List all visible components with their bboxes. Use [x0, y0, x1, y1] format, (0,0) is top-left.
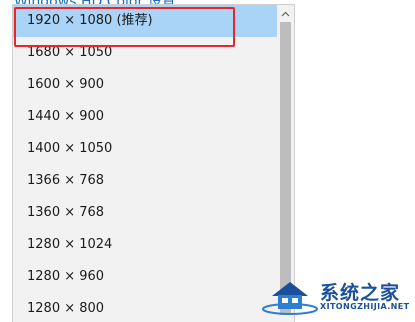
scrollbar-thumb[interactable] — [280, 22, 291, 315]
resolution-option-1600x900[interactable]: 1600 × 900 — [13, 69, 277, 101]
watermark-subtitle: XITONGZHIJIA.NET — [320, 302, 410, 311]
resolution-options: 1920 × 1080 (推荐) 1680 × 1050 1600 × 900 … — [13, 5, 277, 322]
resolution-option-1400x1050[interactable]: 1400 × 1050 — [13, 133, 277, 165]
resolution-option-1920x1080[interactable]: 1920 × 1080 (推荐) — [13, 5, 277, 37]
resolution-option-1280x800[interactable]: 1280 × 800 — [13, 293, 277, 322]
resolution-option-1366x768[interactable]: 1366 × 768 — [13, 165, 277, 197]
watermark: 系统之家 XITONGZHIJIA.NET — [262, 274, 412, 318]
chevron-up-icon[interactable] — [277, 5, 294, 22]
watermark-title: 系统之家 — [320, 282, 401, 304]
resolution-option-1680x1050[interactable]: 1680 × 1050 — [13, 37, 277, 69]
resolution-dropdown-list[interactable]: 1920 × 1080 (推荐) 1680 × 1050 1600 × 900 … — [12, 4, 295, 322]
resolution-option-1280x960[interactable]: 1280 × 960 — [13, 261, 277, 293]
house-logo-icon — [262, 282, 318, 315]
resolution-option-1440x900[interactable]: 1440 × 900 — [13, 101, 277, 133]
resolution-option-1360x768[interactable]: 1360 × 768 — [13, 197, 277, 229]
resolution-option-1280x1024[interactable]: 1280 × 1024 — [13, 229, 277, 261]
